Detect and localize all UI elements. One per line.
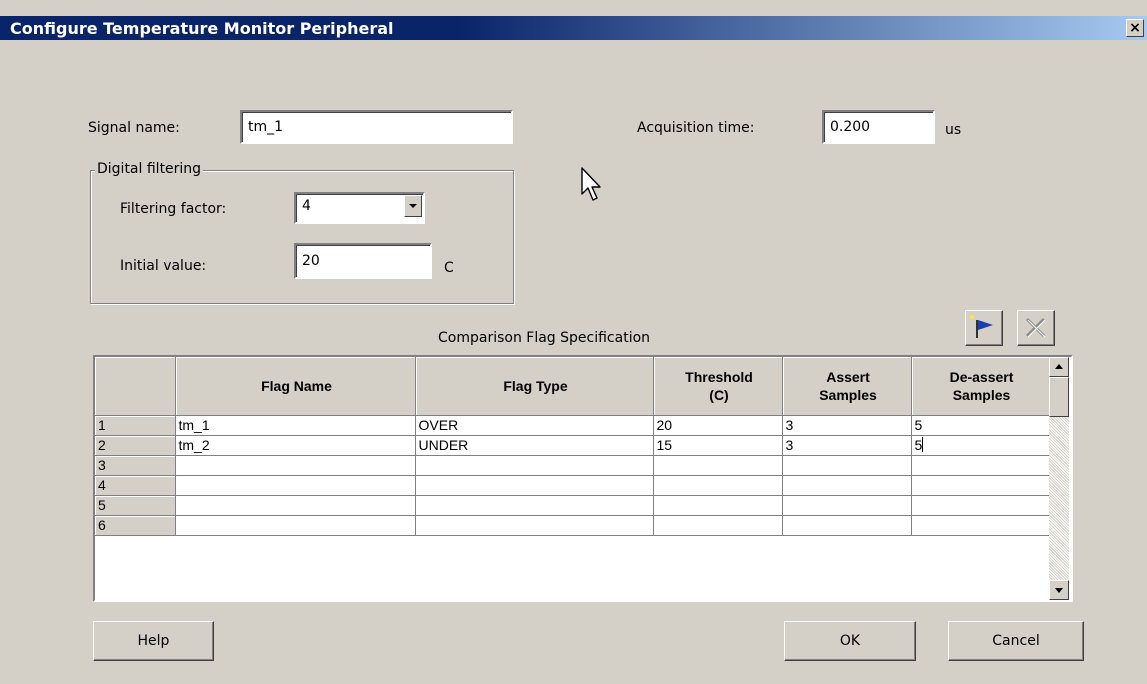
table-row[interactable]: 3	[95, 455, 1050, 476]
signal-name-input[interactable]: tm_1	[240, 110, 513, 144]
filtering-factor-select[interactable]: 4	[294, 192, 425, 224]
deassert-header-line2: Samples	[952, 386, 1011, 403]
dropdown-arrow-button[interactable]	[404, 195, 422, 217]
table-row[interactable]: 6	[95, 515, 1050, 536]
column-header-threshold[interactable]: Threshold (C)	[653, 357, 783, 416]
close-icon: ×	[1129, 20, 1141, 36]
chevron-down-icon	[409, 204, 417, 208]
filtering-factor-value: 4	[302, 198, 311, 214]
filtering-factor-label: Filtering factor:	[120, 201, 227, 217]
deassert-samples-cell[interactable]: 5	[911, 415, 1050, 436]
threshold-header-line2: (C)	[709, 386, 729, 403]
table-row[interactable]: 1 tm_1 OVER 20 3 5	[95, 415, 1050, 436]
cancel-button[interactable]: Cancel	[948, 621, 1084, 661]
initial-value-input[interactable]: 20	[294, 243, 432, 279]
row-number[interactable]: 4	[95, 475, 176, 496]
threshold-cell[interactable]	[653, 455, 783, 476]
threshold-cell[interactable]	[653, 475, 783, 496]
delete-icon	[1025, 317, 1046, 338]
row-number[interactable]: 2	[95, 435, 176, 456]
assert-samples-cell[interactable]	[782, 515, 912, 536]
flag-name-cell[interactable]	[175, 495, 416, 516]
digital-filtering-group: Digital filtering	[90, 161, 514, 304]
column-header-flag-type[interactable]: Flag Type	[415, 357, 654, 416]
acquisition-time-unit: us	[945, 122, 962, 138]
initial-value-label: Initial value:	[120, 258, 207, 274]
text-caret	[922, 437, 924, 452]
flag-type-cell[interactable]: UNDER	[415, 435, 654, 456]
scroll-thumb[interactable]	[1049, 377, 1069, 417]
add-flag-button[interactable]	[965, 310, 1003, 346]
column-header-assert-samples[interactable]: Assert Samples	[782, 357, 912, 416]
signal-name-label: Signal name:	[88, 120, 180, 136]
delete-flag-button[interactable]	[1017, 310, 1055, 346]
threshold-cell[interactable]	[653, 495, 783, 516]
deassert-samples-cell[interactable]	[911, 495, 1050, 516]
row-number[interactable]: 3	[95, 455, 176, 476]
initial-value-unit: C	[444, 260, 454, 276]
flag-type-cell[interactable]	[415, 475, 654, 496]
acquisition-time-label: Acquisition time:	[637, 120, 755, 136]
scroll-down-icon	[1055, 588, 1063, 593]
mouse-cursor-icon	[581, 167, 601, 201]
table-row[interactable]: 2 tm_2 UNDER 15 3 5	[95, 435, 1050, 456]
table-row[interactable]: 5	[95, 495, 1050, 516]
scroll-down-button[interactable]	[1049, 580, 1069, 600]
deassert-samples-cell[interactable]: 5	[911, 435, 1050, 456]
assert-samples-cell[interactable]	[782, 495, 912, 516]
deassert-header-line1: De-assert	[949, 368, 1014, 385]
vertical-scrollbar[interactable]	[1049, 357, 1069, 600]
window-title: Configure Temperature Monitor Peripheral	[10, 19, 394, 38]
corner-header-cell	[95, 357, 176, 416]
flag-name-cell[interactable]: tm_1	[175, 415, 416, 436]
assert-samples-cell[interactable]: 3	[782, 415, 912, 436]
deassert-samples-cell[interactable]	[911, 515, 1050, 536]
deassert-samples-value: 5	[914, 437, 923, 453]
close-button[interactable]: ×	[1126, 19, 1144, 37]
help-button[interactable]: Help	[93, 621, 214, 661]
column-header-flag-name[interactable]: Flag Name	[175, 357, 416, 416]
deassert-samples-cell[interactable]	[911, 475, 1050, 496]
flag-name-cell[interactable]	[175, 455, 416, 476]
table-row[interactable]: 4	[95, 475, 1050, 496]
table-header-row: Flag Name Flag Type Threshold (C) Assert S…	[95, 357, 1050, 416]
acquisition-time-input[interactable]: 0.200	[822, 110, 935, 144]
row-number[interactable]: 6	[95, 515, 176, 536]
assert-samples-cell[interactable]	[782, 455, 912, 476]
row-number[interactable]: 5	[95, 495, 176, 516]
ok-button[interactable]: OK	[784, 621, 916, 661]
threshold-cell[interactable]	[653, 515, 783, 536]
title-bar: Configure Temperature Monitor Peripheral…	[0, 0, 1147, 40]
digital-filtering-legend: Digital filtering	[95, 161, 204, 177]
threshold-cell[interactable]: 15	[653, 435, 783, 456]
comparison-flag-caption: Comparison Flag Specification	[438, 330, 651, 346]
assert-header-line1: Assert	[826, 368, 870, 385]
assert-samples-cell[interactable]: 3	[782, 435, 912, 456]
threshold-header-line1: Threshold	[685, 368, 753, 385]
flag-name-cell[interactable]: tm_2	[175, 435, 416, 456]
flag-name-cell[interactable]	[175, 475, 416, 496]
flag-type-cell[interactable]	[415, 495, 654, 516]
add-flag-icon	[968, 314, 993, 338]
flag-name-cell[interactable]	[175, 515, 416, 536]
threshold-cell[interactable]: 20	[653, 415, 783, 436]
assert-samples-cell[interactable]	[782, 475, 912, 496]
flag-type-cell[interactable]: OVER	[415, 415, 654, 436]
flag-type-cell[interactable]	[415, 455, 654, 476]
flags-grid: Flag Name Flag Type Threshold (C) Assert S…	[93, 355, 1073, 602]
deassert-samples-cell[interactable]	[911, 455, 1050, 476]
scroll-up-button[interactable]	[1049, 357, 1069, 377]
scroll-up-icon	[1055, 364, 1063, 369]
flags-table: Flag Name Flag Type Threshold (C) Assert S…	[95, 357, 1050, 536]
flag-type-cell[interactable]	[415, 515, 654, 536]
column-header-deassert-samples[interactable]: De-assert Samples	[911, 357, 1050, 416]
row-number[interactable]: 1	[95, 415, 176, 436]
assert-header-line2: Samples	[819, 386, 877, 403]
